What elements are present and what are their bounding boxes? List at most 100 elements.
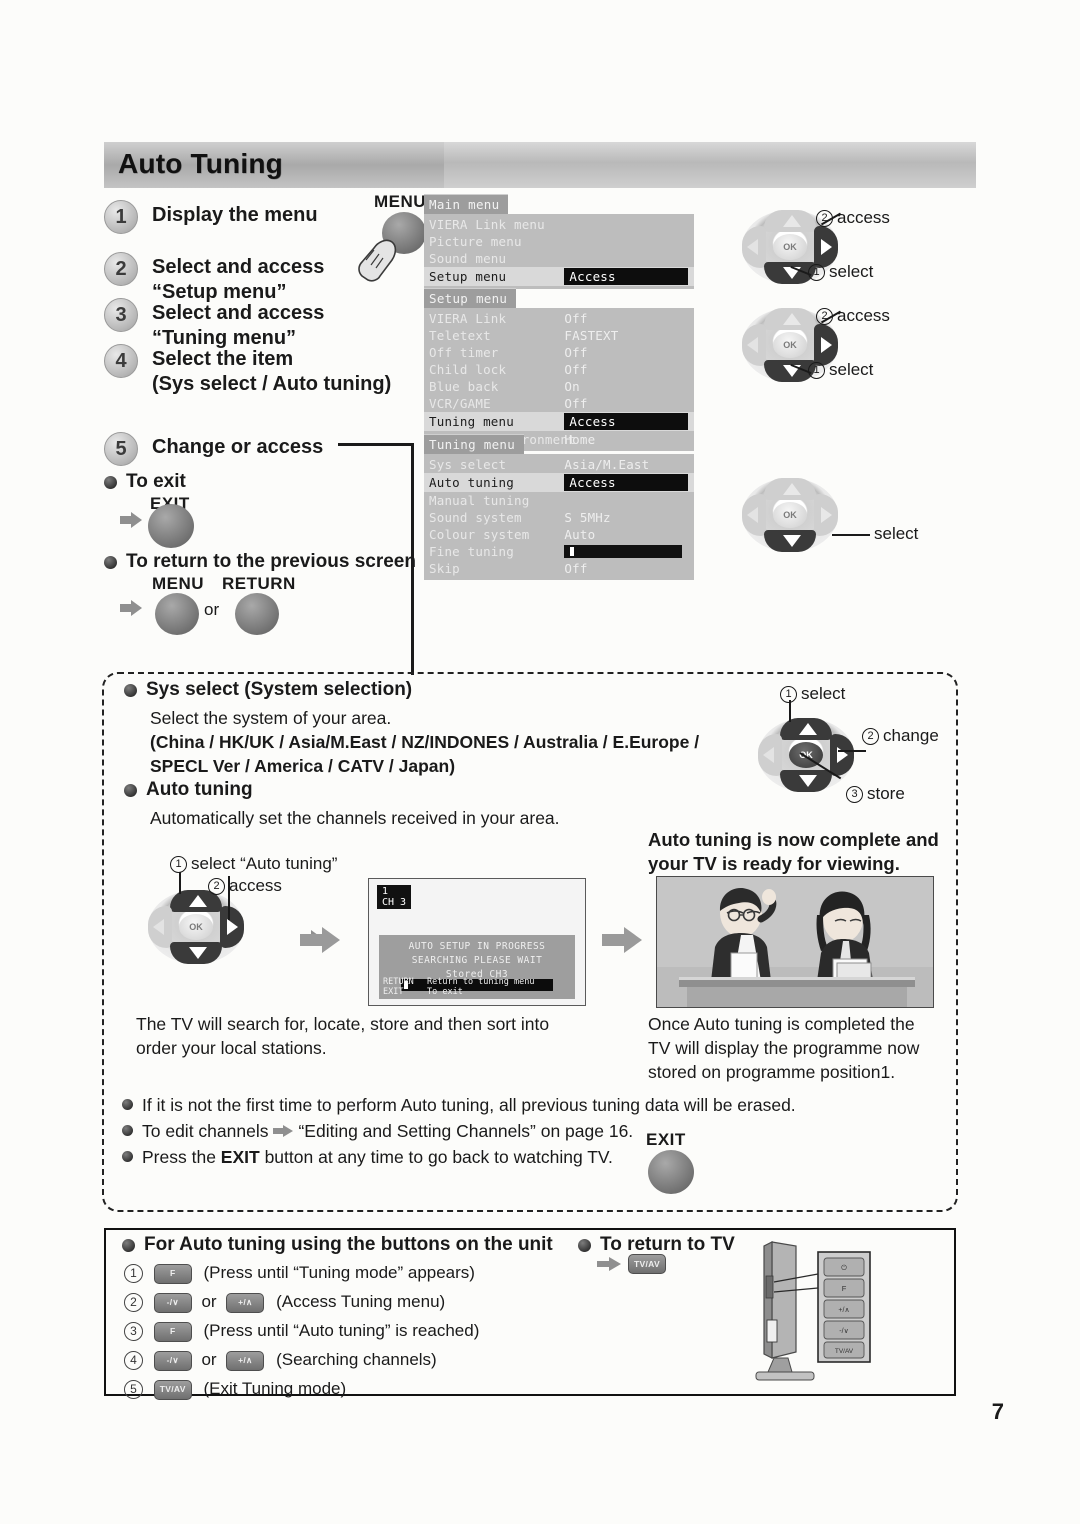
page-header-bar: Auto Tuning — [104, 142, 976, 188]
step-badge-4: 4 — [104, 344, 138, 378]
osd-row[interactable]: Picture menu — [424, 233, 694, 250]
svg-text:F: F — [842, 1284, 847, 1293]
osd-row[interactable]: Child lock Off — [424, 361, 694, 378]
callout-select-1: 1 select — [808, 262, 873, 282]
right-caption-line3: stored on programme position1. — [648, 1062, 896, 1082]
dpad-step5[interactable]: OK — [742, 478, 838, 552]
bullet-dot-icon — [122, 1151, 133, 1162]
unit-button-tvav[interactable]: TV/AV — [153, 1379, 192, 1400]
svg-text:+/∧: +/∧ — [838, 1307, 849, 1314]
unit-step-2: 2 -/∨ or +/∧ (Access Tuning menu) — [124, 1287, 479, 1316]
osd-row-selected[interactable]: Tuning menu Access — [424, 412, 694, 431]
note-row-1: If it is not the first time to perform A… — [122, 1094, 796, 1116]
dpad-left-arrow-icon — [763, 747, 774, 763]
complete-heading-line2: your TV is ready for viewing. — [648, 853, 900, 874]
arrow-right-icon — [120, 600, 142, 616]
left-caption: The TV will search for, locate, store an… — [136, 1012, 636, 1060]
osd-row[interactable]: Skip Off — [424, 560, 694, 577]
pressing-hand-icon — [358, 239, 397, 282]
auto-tuning-line1: Automatically set the channels received … — [150, 808, 560, 828]
exit-button-2[interactable] — [648, 1150, 694, 1194]
dpad-down-arrow-icon — [189, 947, 207, 959]
left-caption-line2: order your local stations. — [136, 1038, 327, 1058]
tv-channel-badge: 1 CH 3 — [377, 885, 412, 909]
dpad-ok-button[interactable]: OK — [773, 234, 807, 260]
unit-step-text-5: (Exit Tuning mode) — [203, 1379, 347, 1398]
dpad-up-arrow-icon — [783, 483, 801, 495]
unit-button-f[interactable]: F — [153, 1263, 192, 1284]
osd-access-badge: Access — [564, 474, 688, 491]
unit-button-up[interactable]: +/∧ — [226, 1292, 265, 1313]
unit-step-num-2: 2 — [124, 1293, 143, 1313]
unit-button-up-2[interactable]: +/∧ — [226, 1350, 265, 1371]
dpad-ok-button[interactable]: OK — [773, 332, 807, 358]
or-label: or — [204, 600, 220, 619]
tv-footer: RETURN Return to tuning menu EXIT To exit — [383, 977, 534, 997]
callout-access-2: 2 access — [816, 306, 890, 326]
dpad-right-arrow-icon — [821, 507, 832, 523]
osd-main-menu: Main menu VIERA Link menu Picture menu S… — [424, 194, 694, 289]
osd-row[interactable]: Blue back On — [424, 378, 694, 395]
tv-footer-return-key: RETURN — [383, 977, 414, 987]
osd-row-selected[interactable]: Setup menu Access — [424, 267, 694, 286]
osd-row[interactable]: VIERA Link Off — [424, 310, 694, 327]
unit-step-or-4: or — [201, 1350, 217, 1369]
return-button-label: RETURN — [222, 574, 296, 593]
unit-button-f-2[interactable]: F — [153, 1321, 192, 1342]
unit-step-5: 5 TV/AV (Exit Tuning mode) — [124, 1374, 479, 1403]
exit-button[interactable] — [148, 504, 194, 548]
callout-select-3: select — [874, 524, 919, 543]
osd-setup-menu-body: VIERA Link Off Teletext FASTEXT Off time… — [424, 308, 694, 451]
bullet-dot-icon — [104, 476, 117, 489]
tv-footer-exit-text: To exit — [427, 987, 463, 997]
unit-step-3: 3 F (Press until “Auto tuning” is reache… — [124, 1316, 479, 1345]
dpad-right-arrow-icon — [821, 239, 832, 255]
osd-access-badge: Access — [564, 413, 688, 430]
osd-row[interactable]: Manual tuning — [424, 492, 694, 509]
callout-leader — [832, 534, 870, 536]
return-button[interactable] — [235, 593, 279, 635]
menu-button-label-2: MENU — [152, 574, 205, 593]
exit-button-label-2: EXIT — [646, 1130, 686, 1149]
right-caption: Once Auto tuning is completed the TV wil… — [648, 1012, 948, 1084]
unit-step-num-1: 1 — [124, 1264, 143, 1284]
osd-tuning-menu-title: Tuning menu — [424, 434, 525, 454]
note-2-pre: To edit channels — [142, 1121, 269, 1141]
osd-row[interactable]: Teletext FASTEXT — [424, 327, 694, 344]
note-2-post: “Editing and Setting Channels” on page 1… — [298, 1121, 634, 1141]
osd-row[interactable]: VCR/GAME Off — [424, 395, 694, 412]
dpad-left-arrow-icon — [153, 919, 164, 935]
menu-button-2[interactable] — [155, 593, 199, 635]
svg-text:TV/AV: TV/AV — [835, 1348, 854, 1355]
callout-access-1: 2 access — [816, 208, 890, 228]
sys-select-line2: (China / HK/UK / Asia/M.East / NZ/INDONE… — [150, 732, 700, 752]
step-label-4-line2: (Sys select / Auto tuning) — [152, 373, 392, 395]
tv-footer-exit-key: EXIT — [383, 987, 404, 997]
manual-page: Auto Tuning 1 Display the menu 2 Select … — [0, 0, 1080, 1524]
osd-row[interactable]: Sys select Asia/M.East — [424, 456, 694, 473]
step-label-3-line1: Select and access — [152, 302, 325, 324]
osd-row[interactable]: Off timer Off — [424, 344, 694, 361]
osd-row[interactable]: Sound system S 5MHz — [424, 509, 694, 526]
page-number: 7 — [991, 1399, 1004, 1424]
return-to-tv-button[interactable]: TV/AV — [628, 1254, 666, 1274]
sys-select-line1: Select the system of your area. — [150, 708, 392, 728]
osd-row[interactable]: VIERA Link menu — [424, 216, 694, 233]
osd-row[interactable]: Colour system Auto — [424, 526, 694, 543]
dpad-left-arrow-icon — [747, 337, 758, 353]
osd-row-selected[interactable]: Auto tuning Access — [424, 473, 694, 492]
osd-setup-menu: Setup menu VIERA Link Off Teletext FASTE… — [424, 288, 694, 451]
osd-row[interactable]: Sound menu — [424, 250, 694, 267]
tv-side-view-illustration: ⏻ F +/∧ -/∨ TV/AV — [755, 1241, 871, 1381]
step-1: 1 Display the menu — [104, 200, 318, 234]
step-label-1: Display the menu — [152, 204, 318, 226]
dpad-right-arrow-icon — [227, 919, 238, 935]
callout-leader — [179, 872, 181, 894]
dpad-ok-button[interactable]: OK — [179, 914, 213, 940]
fine-tuning-slider[interactable] — [564, 545, 682, 558]
callout-leader — [838, 750, 866, 752]
unit-button-down-2[interactable]: -/∨ — [153, 1350, 192, 1371]
unit-button-down[interactable]: -/∨ — [153, 1292, 192, 1313]
osd-row-fine-tuning[interactable]: Fine tuning — [424, 543, 694, 560]
dpad-ok-button[interactable]: OK — [773, 502, 807, 528]
